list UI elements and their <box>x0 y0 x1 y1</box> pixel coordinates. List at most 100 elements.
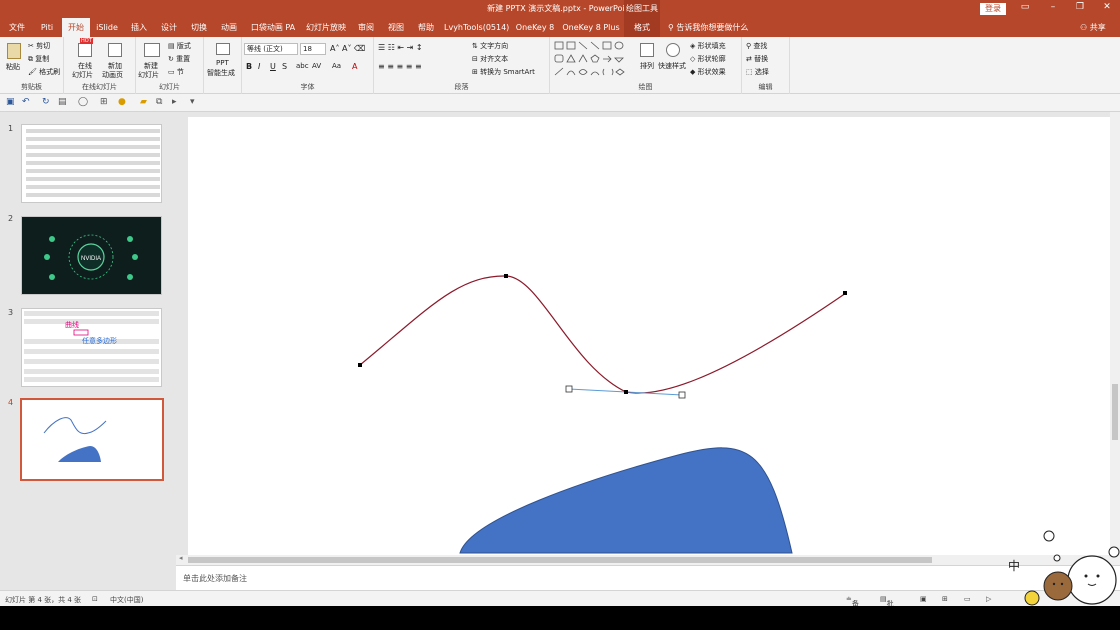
tab-islide[interactable]: iSlide <box>93 18 121 37</box>
tab-pocket-anim[interactable]: 口袋动画 PA <box>248 18 298 37</box>
tab-onekey8[interactable]: OneKey 8 <box>514 18 556 37</box>
ppt-smart-label-2[interactable]: 智能生成 <box>207 68 235 78</box>
tab-piti[interactable]: Piti <box>34 18 60 37</box>
ribbon-display-icon[interactable]: ▭ <box>1018 2 1032 12</box>
scroll-left-icon[interactable]: ◂ <box>179 554 183 562</box>
shape-effects-button[interactable]: ◆ 形状效果 <box>690 67 726 77</box>
group-qat-icon[interactable]: ⧉ <box>156 97 162 107</box>
tab-format[interactable]: 格式 <box>624 18 660 37</box>
curve-vertex[interactable] <box>624 390 628 394</box>
normal-view-icon[interactable]: ▣ <box>920 595 927 603</box>
shapes-gallery[interactable] <box>554 41 634 79</box>
slide-thumbnail-4[interactable] <box>20 398 164 481</box>
shape-icon[interactable]: ◯ <box>78 97 88 107</box>
align-text-button[interactable]: ⊟ 对齐文本 <box>472 54 508 64</box>
tab-animations[interactable]: 动画 <box>216 18 242 37</box>
new-slide-label-2[interactable]: 幻灯片 <box>138 70 159 80</box>
slideshow-view-icon[interactable]: ▷ <box>986 595 991 603</box>
reset-button[interactable]: ↻ 重置 <box>168 54 190 64</box>
format-painter-button[interactable]: 🖌 格式刷 <box>28 67 60 77</box>
smartart-button[interactable]: ⊞ 转换为 SmartArt <box>472 67 535 77</box>
play-icon[interactable]: ▸ <box>172 97 177 107</box>
bullets-icon[interactable]: ☰ ☷ ⇤ ⇥ ↕ <box>378 43 423 52</box>
language-indicator[interactable]: 中文(中国) <box>110 595 143 605</box>
text-direction-button[interactable]: ⇅ 文字方向 <box>472 41 508 51</box>
align-icons[interactable]: ≡ ≡ ≡ ≡ ≡ <box>378 62 422 71</box>
restore-icon[interactable]: ❐ <box>1073 2 1087 12</box>
bold-icon[interactable]: B <box>246 62 252 71</box>
tab-file[interactable]: 文件 <box>3 18 31 37</box>
new-anim-icon[interactable] <box>108 43 122 57</box>
slide-thumbnail-2[interactable]: NVIDIA <box>21 216 162 295</box>
bezier-handle-right[interactable] <box>678 391 686 399</box>
slide-sorter-icon[interactable]: ⊞ <box>942 595 948 603</box>
color-icon[interactable]: ● <box>118 97 126 107</box>
paste-label[interactable]: 粘贴 <box>6 62 20 72</box>
underline-icon[interactable]: U <box>270 62 276 71</box>
shape-fill-button[interactable]: ◈ 形状填充 <box>690 41 726 51</box>
italic-icon[interactable]: I <box>258 62 260 71</box>
ppt-smart-label[interactable]: PPT <box>216 59 229 67</box>
bezier-handle-left[interactable] <box>565 385 573 393</box>
reading-view-icon[interactable]: ▭ <box>964 595 971 603</box>
align-qat-icon[interactable]: ⊞ <box>100 97 108 107</box>
vertical-scroll-thumb[interactable] <box>1112 384 1118 440</box>
tell-me-box[interactable]: ⚲ 告诉我你想要做什么 <box>668 18 748 37</box>
curve-vertex[interactable] <box>358 363 362 367</box>
login-button[interactable]: 登录 <box>980 3 1006 15</box>
change-case-icon[interactable]: Aa <box>332 62 341 70</box>
layout-button[interactable]: ▤ 版式 <box>168 41 191 51</box>
tab-help[interactable]: 帮助 <box>414 18 438 37</box>
font-name-select[interactable]: 等线 (正文) <box>244 43 298 55</box>
curve-vertex[interactable] <box>843 291 847 295</box>
quick-styles-icon[interactable] <box>666 43 680 57</box>
minimize-icon[interactable]: – <box>1046 2 1060 12</box>
select-button[interactable]: ⬚ 选择 <box>746 67 769 77</box>
comments-button[interactable]: ▤ 批注 <box>880 595 894 618</box>
grow-font-icon[interactable]: A˄ A˅ ⌫ <box>330 44 365 53</box>
notes-button[interactable]: ≐ 备注 <box>846 595 859 618</box>
ppt-smart-icon[interactable] <box>216 43 230 55</box>
curve-vertex[interactable] <box>504 274 508 278</box>
share-button[interactable]: ⚇ 共享 <box>1080 18 1106 37</box>
blue-freeform-shape[interactable] <box>459 447 793 554</box>
tab-view[interactable]: 视图 <box>384 18 408 37</box>
tab-onekey8plus[interactable]: OneKey 8 Plus <box>562 18 620 37</box>
notes-pane[interactable]: 单击此处添加备注 <box>176 565 1120 590</box>
save-icon[interactable]: ▣ <box>6 97 15 107</box>
font-size-select[interactable]: 18 <box>300 43 326 55</box>
paste-icon[interactable] <box>7 43 21 59</box>
tab-slideshow[interactable]: 幻灯片放映 <box>304 18 348 37</box>
shadow-icon[interactable]: S <box>282 62 287 71</box>
tab-insert[interactable]: 插入 <box>126 18 152 37</box>
tab-home[interactable]: 开始 <box>62 18 90 37</box>
folder-icon[interactable]: ▰ <box>140 97 147 107</box>
tab-review[interactable]: 审阅 <box>354 18 378 37</box>
section-button[interactable]: ▭ 节 <box>168 67 184 77</box>
replace-button[interactable]: ⇄ 替换 <box>746 54 768 64</box>
tab-transitions[interactable]: 切换 <box>186 18 212 37</box>
close-icon[interactable]: ✕ <box>1100 2 1114 12</box>
customize-qat-icon[interactable]: ▾ <box>190 97 195 107</box>
spellcheck-icon[interactable]: ⊡ <box>92 595 98 603</box>
shape-outline-button[interactable]: ◇ 形状轮廓 <box>690 54 726 64</box>
arrange-icon[interactable] <box>640 43 654 57</box>
copy-button[interactable]: ⧉ 复制 <box>28 54 49 64</box>
format-icon[interactable]: ▤ <box>58 97 67 107</box>
strikethrough-icon[interactable]: abc <box>296 62 309 70</box>
tab-design[interactable]: 设计 <box>156 18 182 37</box>
tab-lvyhtools[interactable]: LvyhTools(0514) <box>444 18 509 37</box>
slide-canvas[interactable] <box>188 117 1120 557</box>
find-button[interactable]: ⚲ 查找 <box>746 41 767 51</box>
vertical-scrollbar[interactable] <box>1110 112 1120 565</box>
horizontal-scroll-thumb[interactable] <box>188 557 932 563</box>
arrange-label[interactable]: 排列 <box>640 61 654 71</box>
undo-icon[interactable]: ↶ <box>22 97 30 107</box>
online-slides-icon[interactable] <box>78 43 92 57</box>
slide-thumbnail-1[interactable] <box>21 124 162 203</box>
new-anim-label-2[interactable]: 动画页 <box>102 70 123 80</box>
new-slide-icon[interactable] <box>144 43 160 57</box>
slide-thumbnail-3[interactable]: 曲线 任意多边形 <box>21 308 162 387</box>
curve-shape[interactable] <box>359 275 847 394</box>
cut-button[interactable]: ✂ 剪切 <box>28 41 50 51</box>
